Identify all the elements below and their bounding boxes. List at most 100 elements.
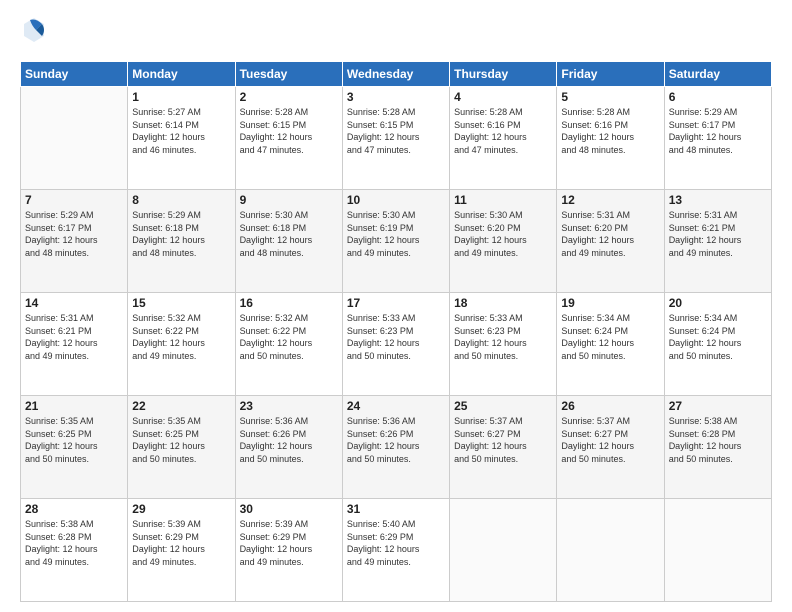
- calendar-week-row: 7 Sunrise: 5:29 AM Sunset: 6:17 PM Daylig…: [21, 190, 772, 293]
- day-number: 15: [132, 296, 230, 310]
- cell-info: Sunrise: 5:38 AM Sunset: 6:28 PM Dayligh…: [669, 415, 767, 465]
- day-number: 21: [25, 399, 123, 413]
- page: SundayMondayTuesdayWednesdayThursdayFrid…: [0, 0, 792, 612]
- day-number: 1: [132, 90, 230, 104]
- calendar-cell: 8 Sunrise: 5:29 AM Sunset: 6:18 PM Daylig…: [128, 190, 235, 293]
- cell-info: Sunrise: 5:28 AM Sunset: 6:16 PM Dayligh…: [561, 106, 659, 156]
- calendar-cell: 17Sunrise: 5:33 AM Sunset: 6:23 PM Dayli…: [342, 293, 449, 396]
- calendar-cell: 20 Sunrise: 5:34 AM Sunset: 6:24 PM Dayli…: [664, 293, 771, 396]
- calendar-cell: 5 Sunrise: 5:28 AM Sunset: 6:16 PM Daylig…: [557, 87, 664, 190]
- calendar-cell: 7 Sunrise: 5:29 AM Sunset: 6:17 PM Daylig…: [21, 190, 128, 293]
- cell-info: Sunrise: 5:28 AM Sunset: 6:15 PM Dayligh…: [347, 106, 445, 156]
- calendar-cell: 31Sunrise: 5:40 AM Sunset: 6:29 PM Dayli…: [342, 499, 449, 602]
- day-number: 29: [132, 502, 230, 516]
- day-number: 30: [240, 502, 338, 516]
- calendar-cell: 19 Sunrise: 5:34 AM Sunset: 6:24 PM Dayli…: [557, 293, 664, 396]
- day-number: 20: [669, 296, 767, 310]
- calendar-cell: 6 Sunrise: 5:29 AM Sunset: 6:17 PM Daylig…: [664, 87, 771, 190]
- day-number: 4: [454, 90, 552, 104]
- cell-info: Sunrise: 5:31 AM Sunset: 6:21 PM Dayligh…: [669, 209, 767, 259]
- calendar-cell: 29 Sunrise: 5:39 AM Sunset: 6:29 PM Dayli…: [128, 499, 235, 602]
- cell-info: Sunrise: 5:29 AM Sunset: 6:17 PM Dayligh…: [25, 209, 123, 259]
- weekday-header: Monday: [128, 62, 235, 87]
- calendar-cell: 3 Sunrise: 5:28 AM Sunset: 6:15 PM Daylig…: [342, 87, 449, 190]
- day-number: 8: [132, 193, 230, 207]
- cell-info: Sunrise: 5:31 AM Sunset: 6:21 PM Dayligh…: [25, 312, 123, 362]
- day-number: 24: [347, 399, 445, 413]
- calendar-cell: 1 Sunrise: 5:27 AM Sunset: 6:14 PM Daylig…: [128, 87, 235, 190]
- cell-info: Sunrise: 5:39 AM Sunset: 6:29 PM Dayligh…: [240, 518, 338, 568]
- day-number: 11: [454, 193, 552, 207]
- cell-info: Sunrise: 5:37 AM Sunset: 6:27 PM Dayligh…: [454, 415, 552, 465]
- cell-info: Sunrise: 5:30 AM Sunset: 6:19 PM Dayligh…: [347, 209, 445, 259]
- calendar-cell: 25 Sunrise: 5:37 AM Sunset: 6:27 PM Dayli…: [450, 396, 557, 499]
- day-number: 27: [669, 399, 767, 413]
- day-number: 19: [561, 296, 659, 310]
- cell-info: Sunrise: 5:35 AM Sunset: 6:25 PM Dayligh…: [132, 415, 230, 465]
- day-number: 31: [347, 502, 445, 516]
- cell-info: Sunrise: 5:32 AM Sunset: 6:22 PM Dayligh…: [240, 312, 338, 362]
- calendar-cell: 27 Sunrise: 5:38 AM Sunset: 6:28 PM Dayli…: [664, 396, 771, 499]
- calendar: SundayMondayTuesdayWednesdayThursdayFrid…: [20, 61, 772, 602]
- day-number: 9: [240, 193, 338, 207]
- cell-info: Sunrise: 5:36 AM Sunset: 6:26 PM Dayligh…: [347, 415, 445, 465]
- logo-icon: [22, 16, 46, 44]
- cell-info: Sunrise: 5:32 AM Sunset: 6:22 PM Dayligh…: [132, 312, 230, 362]
- day-number: 26: [561, 399, 659, 413]
- cell-info: Sunrise: 5:36 AM Sunset: 6:26 PM Dayligh…: [240, 415, 338, 465]
- calendar-cell: 4 Sunrise: 5:28 AM Sunset: 6:16 PM Daylig…: [450, 87, 557, 190]
- weekday-header: Tuesday: [235, 62, 342, 87]
- cell-info: Sunrise: 5:29 AM Sunset: 6:17 PM Dayligh…: [669, 106, 767, 156]
- cell-info: Sunrise: 5:34 AM Sunset: 6:24 PM Dayligh…: [669, 312, 767, 362]
- cell-info: Sunrise: 5:37 AM Sunset: 6:27 PM Dayligh…: [561, 415, 659, 465]
- day-number: 10: [347, 193, 445, 207]
- cell-info: Sunrise: 5:39 AM Sunset: 6:29 PM Dayligh…: [132, 518, 230, 568]
- day-number: 23: [240, 399, 338, 413]
- cell-info: Sunrise: 5:33 AM Sunset: 6:23 PM Dayligh…: [454, 312, 552, 362]
- day-number: 13: [669, 193, 767, 207]
- cell-info: Sunrise: 5:34 AM Sunset: 6:24 PM Dayligh…: [561, 312, 659, 362]
- cell-info: Sunrise: 5:30 AM Sunset: 6:18 PM Dayligh…: [240, 209, 338, 259]
- cell-info: Sunrise: 5:28 AM Sunset: 6:15 PM Dayligh…: [240, 106, 338, 156]
- calendar-cell: 18 Sunrise: 5:33 AM Sunset: 6:23 PM Dayli…: [450, 293, 557, 396]
- day-number: 5: [561, 90, 659, 104]
- day-number: 3: [347, 90, 445, 104]
- cell-info: Sunrise: 5:29 AM Sunset: 6:18 PM Dayligh…: [132, 209, 230, 259]
- calendar-cell: 2Sunrise: 5:28 AM Sunset: 6:15 PM Daylig…: [235, 87, 342, 190]
- calendar-cell: 10 Sunrise: 5:30 AM Sunset: 6:19 PM Dayli…: [342, 190, 449, 293]
- day-number: 16: [240, 296, 338, 310]
- day-number: 14: [25, 296, 123, 310]
- calendar-cell: 26 Sunrise: 5:37 AM Sunset: 6:27 PM Dayli…: [557, 396, 664, 499]
- day-number: 17: [347, 296, 445, 310]
- calendar-cell: 16 Sunrise: 5:32 AM Sunset: 6:22 PM Dayli…: [235, 293, 342, 396]
- calendar-cell: 21 Sunrise: 5:35 AM Sunset: 6:25 PM Dayli…: [21, 396, 128, 499]
- calendar-cell: 28 Sunrise: 5:38 AM Sunset: 6:28 PM Dayli…: [21, 499, 128, 602]
- calendar-cell: 22Sunrise: 5:35 AM Sunset: 6:25 PM Dayli…: [128, 396, 235, 499]
- calendar-cell: [21, 87, 128, 190]
- calendar-cell: 23 Sunrise: 5:36 AM Sunset: 6:26 PM Dayli…: [235, 396, 342, 499]
- calendar-cell: 12Sunrise: 5:31 AM Sunset: 6:20 PM Dayli…: [557, 190, 664, 293]
- cell-info: Sunrise: 5:27 AM Sunset: 6:14 PM Dayligh…: [132, 106, 230, 156]
- weekday-header: Friday: [557, 62, 664, 87]
- cell-info: Sunrise: 5:35 AM Sunset: 6:25 PM Dayligh…: [25, 415, 123, 465]
- calendar-cell: [450, 499, 557, 602]
- day-number: 6: [669, 90, 767, 104]
- cell-info: Sunrise: 5:28 AM Sunset: 6:16 PM Dayligh…: [454, 106, 552, 156]
- day-number: 7: [25, 193, 123, 207]
- cell-info: Sunrise: 5:31 AM Sunset: 6:20 PM Dayligh…: [561, 209, 659, 259]
- weekday-header: Saturday: [664, 62, 771, 87]
- calendar-week-row: 28 Sunrise: 5:38 AM Sunset: 6:28 PM Dayli…: [21, 499, 772, 602]
- calendar-cell: 14 Sunrise: 5:31 AM Sunset: 6:21 PM Dayli…: [21, 293, 128, 396]
- day-number: 25: [454, 399, 552, 413]
- day-number: 18: [454, 296, 552, 310]
- day-number: 28: [25, 502, 123, 516]
- calendar-cell: [664, 499, 771, 602]
- weekday-header-row: SundayMondayTuesdayWednesdayThursdayFrid…: [21, 62, 772, 87]
- calendar-cell: 30 Sunrise: 5:39 AM Sunset: 6:29 PM Dayli…: [235, 499, 342, 602]
- calendar-cell: [557, 499, 664, 602]
- calendar-cell: 24 Sunrise: 5:36 AM Sunset: 6:26 PM Dayli…: [342, 396, 449, 499]
- cell-info: Sunrise: 5:38 AM Sunset: 6:28 PM Dayligh…: [25, 518, 123, 568]
- logo: [20, 16, 44, 49]
- calendar-week-row: 14 Sunrise: 5:31 AM Sunset: 6:21 PM Dayli…: [21, 293, 772, 396]
- calendar-cell: 13 Sunrise: 5:31 AM Sunset: 6:21 PM Dayli…: [664, 190, 771, 293]
